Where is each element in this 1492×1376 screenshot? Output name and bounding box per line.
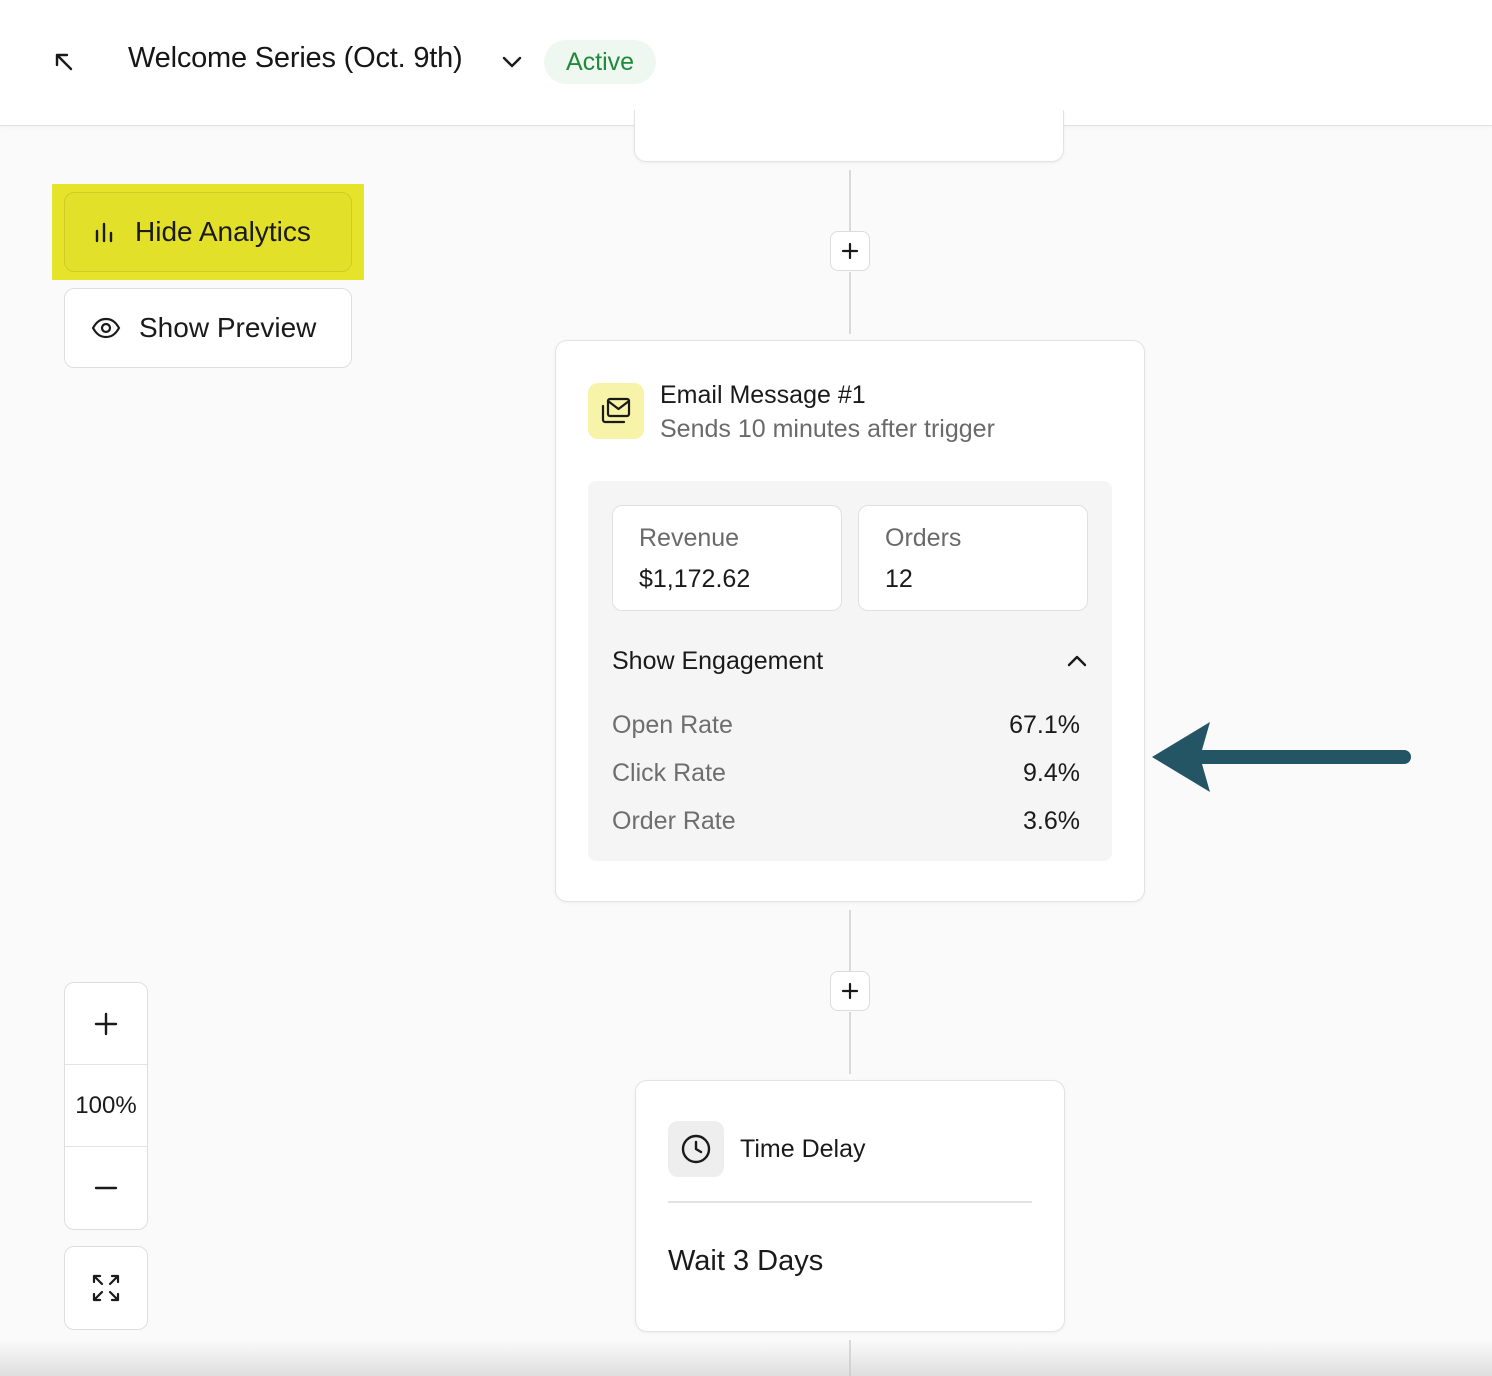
- chevron-up-icon: [1067, 655, 1087, 667]
- time-delay-card[interactable]: Time Delay Wait 3 Days: [635, 1080, 1065, 1332]
- email-step-subtitle: Sends 10 minutes after trigger: [660, 415, 995, 443]
- zoom-out-button[interactable]: [65, 1147, 147, 1229]
- zoom-level: 100%: [65, 1065, 147, 1147]
- zoom-in-button[interactable]: [65, 983, 147, 1065]
- engagement-value: 9.4%: [1023, 759, 1080, 787]
- plus-icon: [841, 982, 859, 1000]
- plus-icon: [841, 242, 859, 260]
- add-step-button[interactable]: [830, 971, 870, 1011]
- fit-to-screen-button[interactable]: [64, 1246, 148, 1330]
- hide-analytics-button[interactable]: Hide Analytics: [64, 192, 352, 272]
- metric-revenue: Revenue $1,172.62: [612, 505, 842, 611]
- eye-icon: [91, 317, 121, 339]
- divider: [668, 1201, 1032, 1203]
- clock-icon: [681, 1134, 711, 1164]
- connector-line: [849, 272, 851, 334]
- app-header: Welcome Series (Oct. 9th) Active: [0, 0, 1492, 126]
- arrow-up-left-icon: [55, 53, 73, 71]
- zoom-controls: 100%: [64, 982, 148, 1230]
- hide-analytics-label: Hide Analytics: [135, 216, 311, 247]
- connector-line: [849, 170, 851, 232]
- minus-icon: [94, 1186, 118, 1190]
- time-delay-icon-box: [668, 1121, 724, 1177]
- engagement-row-click-rate: Click Rate 9.4%: [612, 759, 1080, 788]
- email-step-title: Email Message #1: [660, 381, 866, 409]
- metric-value: 12: [885, 565, 913, 593]
- flow-title: Welcome Series (Oct. 9th): [128, 42, 463, 74]
- show-preview-label: Show Preview: [139, 312, 317, 343]
- metric-label: Revenue: [639, 524, 740, 552]
- engagement-label: Click Rate: [612, 759, 726, 787]
- analytics-panel: Revenue $1,172.62 Orders 12 Show Engagem…: [588, 481, 1112, 861]
- show-engagement-label: Show Engagement: [612, 646, 824, 675]
- chevron-down-icon: [502, 56, 522, 68]
- metric-value: $1,172.62: [639, 565, 751, 593]
- previous-step-card[interactable]: [634, 110, 1064, 162]
- engagement-value: 67.1%: [1009, 711, 1080, 739]
- show-preview-button[interactable]: Show Preview: [64, 288, 352, 368]
- engagement-value: 3.6%: [1023, 807, 1080, 835]
- engagement-label: Open Rate: [612, 711, 733, 739]
- show-engagement-toggle[interactable]: Show Engagement: [612, 643, 1088, 679]
- annotation-arrow: [1152, 722, 1411, 792]
- add-step-button[interactable]: [830, 231, 870, 271]
- email-stack-icon: [601, 397, 631, 424]
- bar-chart-icon: [95, 222, 113, 243]
- engagement-row-order-rate: Order Rate 3.6%: [612, 807, 1080, 836]
- connector-line: [849, 1012, 851, 1074]
- back-button[interactable]: [48, 46, 80, 78]
- engagement-label: Order Rate: [612, 807, 736, 835]
- metric-label: Orders: [885, 524, 962, 552]
- time-delay-title: Time Delay: [740, 1135, 866, 1163]
- connector-line: [849, 1340, 851, 1376]
- plus-icon: [94, 1012, 118, 1035]
- fit-screen-icon: [92, 1274, 120, 1302]
- engagement-row-open-rate: Open Rate 67.1%: [612, 711, 1080, 740]
- email-step-icon-box: [588, 383, 644, 439]
- time-delay-value: Wait 3 Days: [668, 1245, 824, 1277]
- status-badge: Active: [544, 40, 657, 84]
- email-step-card[interactable]: Email Message #1 Sends 10 minutes after …: [555, 340, 1145, 902]
- flow-editor-page: Welcome Series (Oct. 9th) Active Hide An…: [0, 0, 1492, 1376]
- connector-line: [849, 910, 851, 972]
- metric-orders: Orders 12: [858, 505, 1088, 611]
- title-dropdown-button[interactable]: [498, 48, 526, 76]
- window-bottom-shadow: [0, 1340, 1492, 1376]
